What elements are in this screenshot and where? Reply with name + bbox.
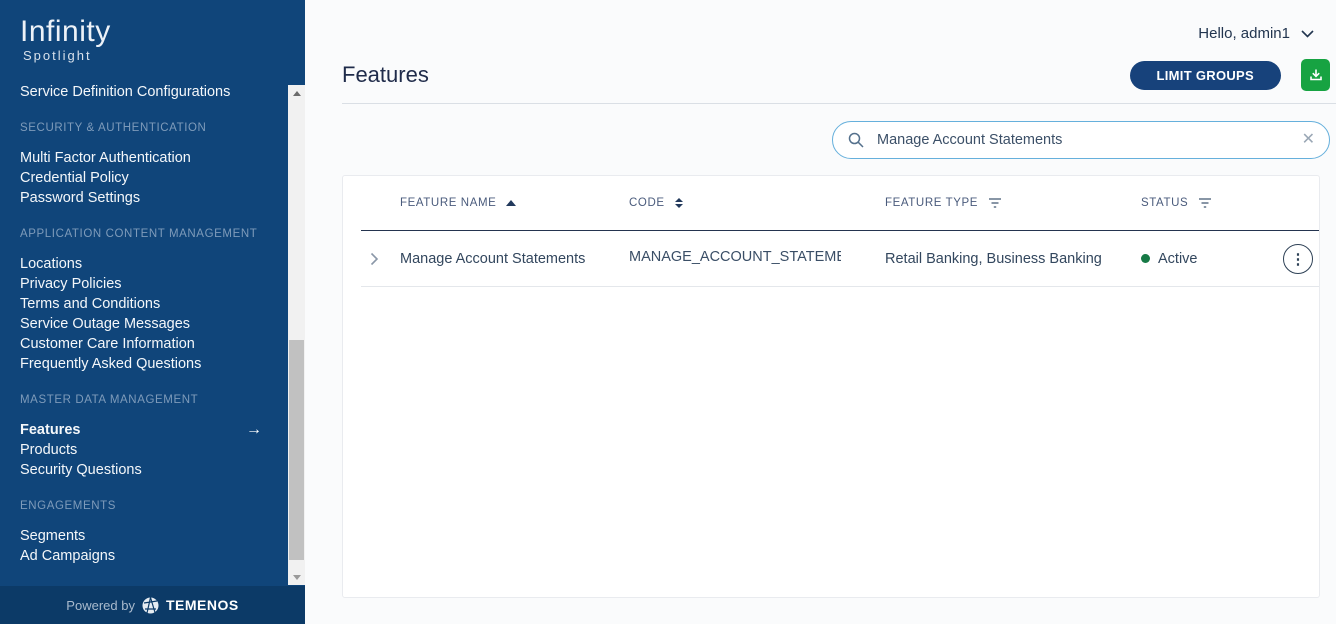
scrollbar-down-button[interactable] <box>288 569 305 585</box>
download-button[interactable] <box>1301 59 1330 91</box>
search-box: ✕ <box>832 121 1330 159</box>
sidebar-nav: Service Definition Configurations SECURI… <box>20 75 288 586</box>
sidebar-item-service-outage-messages[interactable]: Service Outage Messages <box>20 314 288 334</box>
page-title: Features <box>342 62 429 88</box>
sidebar-item-password-settings[interactable]: Password Settings <box>20 188 288 208</box>
column-header-feature-name[interactable]: FEATURE NAME <box>400 197 629 209</box>
cell-status: Active <box>1141 251 1283 267</box>
cell-actions: ⋮ <box>1283 244 1313 274</box>
status-dot <box>1141 254 1150 263</box>
limit-groups-button[interactable]: LIMIT GROUPS <box>1130 61 1282 90</box>
sidebar-item-terms-and-conditions[interactable]: Terms and Conditions <box>20 294 288 314</box>
sidebar-item-service-definition-configurations[interactable]: Service Definition Configurations <box>20 82 288 102</box>
sort-icon[interactable] <box>675 198 683 208</box>
sidebar-item-ad-campaigns[interactable]: Ad Campaigns <box>20 546 288 566</box>
sidebar-item-security-questions[interactable]: Security Questions <box>20 460 288 480</box>
column-header-code[interactable]: CODE <box>629 197 885 209</box>
scrollbar-up-button[interactable] <box>288 85 305 101</box>
logo-infinity: Infinity <box>20 16 305 48</box>
download-icon <box>1308 67 1324 83</box>
sidebar-item-credential-policy[interactable]: Credential Policy <box>20 168 288 188</box>
sidebar-section-security-authentication: SECURITY & AUTHENTICATION <box>20 122 288 134</box>
chevron-right-icon <box>370 252 379 266</box>
status-label: Active <box>1158 251 1198 267</box>
chevron-down-icon <box>1301 30 1314 38</box>
main-content: Hello, admin1 Features LIMIT GROUPS ✕ FE… <box>305 0 1336 624</box>
sidebar-section-application-content-management: APPLICATION CONTENT MANAGEMENT <box>20 228 288 240</box>
title-divider <box>342 103 1336 104</box>
sidebar-item-frequently-asked-questions[interactable]: Frequently Asked Questions <box>20 354 288 374</box>
powered-by-label: Powered by <box>66 598 135 613</box>
temenos-brand-label: TEMENOS <box>166 597 239 613</box>
sidebar-section-engagements: ENGAGEMENTS <box>20 500 288 512</box>
sidebar-scrollbar[interactable] <box>288 85 305 585</box>
sidebar-item-locations[interactable]: Locations <box>20 254 288 274</box>
cell-feature-type: Retail Banking, Business Banking <box>885 251 1141 267</box>
sidebar: Infinity Spotlight Service Definition Co… <box>0 0 305 624</box>
sidebar-item-segments[interactable]: Segments <box>20 526 288 546</box>
column-header-status[interactable]: STATUS <box>1141 197 1283 209</box>
row-expander[interactable] <box>343 252 400 266</box>
scroll-down-icon <box>293 575 301 580</box>
sidebar-item-customer-care-information[interactable]: Customer Care Information <box>20 334 288 354</box>
sidebar-item-privacy-policies[interactable]: Privacy Policies <box>20 274 288 294</box>
row-actions-button[interactable]: ⋮ <box>1283 244 1313 274</box>
logo-spotlight: Spotlight <box>23 48 305 63</box>
table-row[interactable]: Manage Account Statements MANAGE_ACCOUNT… <box>343 231 1319 286</box>
scroll-up-icon <box>293 91 301 96</box>
arrow-right-icon: → <box>246 420 262 440</box>
sidebar-item-label: Features <box>20 420 80 440</box>
user-menu[interactable]: Hello, admin1 <box>1198 25 1314 42</box>
table-header-row: FEATURE NAME CODE FEATURE TYPE STATUS <box>343 176 1319 230</box>
filter-icon[interactable] <box>1198 197 1212 209</box>
sidebar-footer: Powered by TEMENOS <box>0 586 305 624</box>
sidebar-item-features[interactable]: Features → <box>20 420 288 440</box>
features-table: FEATURE NAME CODE FEATURE TYPE STATUS <box>342 175 1320 598</box>
app-logo: Infinity Spotlight <box>0 0 305 63</box>
search-icon <box>847 131 865 149</box>
greeting-label: Hello, admin1 <box>1198 25 1290 42</box>
search-input[interactable] <box>875 131 1292 149</box>
sort-ascending-icon[interactable] <box>506 200 516 206</box>
filter-icon[interactable] <box>988 197 1002 209</box>
sidebar-section-master-data-management: MASTER DATA MANAGEMENT <box>20 394 288 406</box>
cell-feature-name: Manage Account Statements <box>400 251 629 267</box>
cell-code: MANAGE_ACCOUNT_STATEMENTS <box>629 249 885 269</box>
sidebar-item-products[interactable]: Products <box>20 440 288 460</box>
column-header-feature-type[interactable]: FEATURE TYPE <box>885 197 1141 209</box>
scrollbar-thumb[interactable] <box>289 340 304 560</box>
table-row-divider <box>361 286 1319 287</box>
temenos-logo-icon <box>142 597 159 614</box>
sidebar-item-multi-factor-authentication[interactable]: Multi Factor Authentication <box>20 148 288 168</box>
clear-search-icon[interactable]: ✕ <box>1302 132 1315 148</box>
kebab-icon: ⋮ <box>1291 250 1306 268</box>
